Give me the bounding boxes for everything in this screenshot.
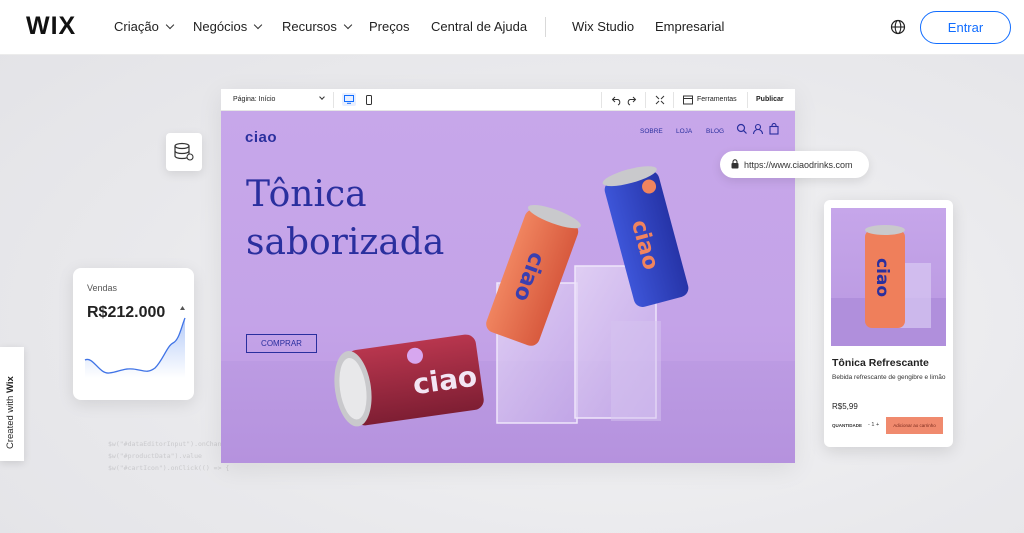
tools-button[interactable]: Ferramentas [697,96,737,103]
page-select[interactable]: Página: Início [233,96,275,103]
chevron-down-icon [253,20,263,29]
sales-label: Vendas [87,283,118,293]
desktop-icon [344,95,354,104]
editor-toolbar: Página: Início Ferramentas Publicar [221,89,795,111]
database-icon [174,142,194,161]
zoom-fit-icon[interactable] [654,94,666,106]
sales-sparkline [84,306,186,378]
chevron-down-icon [343,20,353,29]
url-text: https://www.ciaodrinks.com [744,159,853,170]
nav-item-label: Preços [369,19,410,34]
website-canvas: ciao SOBRE LOJA BLOG Tônica saborizada C… [221,111,795,463]
chevron-down-icon[interactable] [319,94,325,100]
nav-item-label: Central de Ajuda [431,19,528,34]
toolbar-divider [673,92,674,108]
product-title: Tônica Refrescante [832,357,929,369]
toolbar-divider [645,92,646,108]
mobile-icon [366,95,372,105]
nav-item-negocios[interactable]: Negócios [193,19,263,34]
nav-divider [545,17,546,37]
nav-item-criacao[interactable]: Criação [114,19,175,34]
product-photo: ciao ciao ciao [334,166,689,427]
wix-logo[interactable]: WIX [26,12,76,41]
product-description: Bebida refrescante de gengibre e limão [832,374,946,381]
background-code-line: $w("#productData").value [108,452,202,460]
product-image: ciao [831,208,946,346]
database-card [166,133,202,171]
redo-icon[interactable] [625,94,637,106]
sales-widget: Vendas R$212.000 [73,268,194,400]
desktop-view-button[interactable] [342,93,356,106]
toolbar-divider [601,92,602,108]
globe-icon[interactable] [890,19,906,35]
lock-icon [731,159,739,169]
product-card: ciao Tônica Refrescante Bebida refrescan… [824,200,953,447]
trend-up-icon [180,306,185,310]
created-with-label: Created with Wix [5,376,16,449]
toolbar-divider [333,92,334,108]
chevron-down-icon [165,20,175,29]
background-code-line: $w("#dataEditorInput").onChange [108,440,230,448]
toolbar-divider [747,92,748,108]
created-with-prefix: Created with [5,395,16,449]
product-can-image: ciao [831,225,946,346]
tools-icon[interactable] [682,94,694,106]
background-code-line: $w("#cartIcon").onClick(() => { [108,464,230,472]
created-with-brand: Wix [5,376,16,394]
nav-item-precos[interactable]: Preços [369,19,409,34]
created-with-wix-badge[interactable]: Created with Wix [0,347,24,461]
editor-preview: Página: Início Ferramentas Publicar ciao… [221,89,795,463]
nav-item-label: Recursos [282,19,337,34]
nav-item-label: Wix Studio [572,19,635,34]
product-price: R$5,99 [832,402,858,411]
nav-item-central-de-ajuda[interactable]: Central de Ajuda [431,19,527,34]
undo-icon[interactable] [611,94,623,106]
mobile-view-button[interactable] [364,93,374,106]
nav-item-label: Empresarial [655,19,725,34]
nav-item-label: Criação [114,19,159,34]
can-brand: ciao [872,258,892,297]
login-button[interactable]: Entrar [920,11,1011,44]
add-to-cart-button[interactable]: Adicionar ao carrinho [886,417,943,434]
url-bar: https://www.ciaodrinks.com [720,151,869,178]
top-navigation: WIX Criação Negócios Recursos Preços Cen… [0,0,1024,55]
publish-button[interactable]: Publicar [756,96,784,103]
nav-item-label: Negócios [193,19,248,34]
nav-item-empresarial[interactable]: Empresarial [655,19,724,34]
nav-item-wix-studio[interactable]: Wix Studio [572,19,634,34]
quantity-label: QUANTIDADE [832,423,862,428]
quantity-stepper[interactable]: - 1 + [868,422,879,428]
nav-item-recursos[interactable]: Recursos [282,19,353,34]
